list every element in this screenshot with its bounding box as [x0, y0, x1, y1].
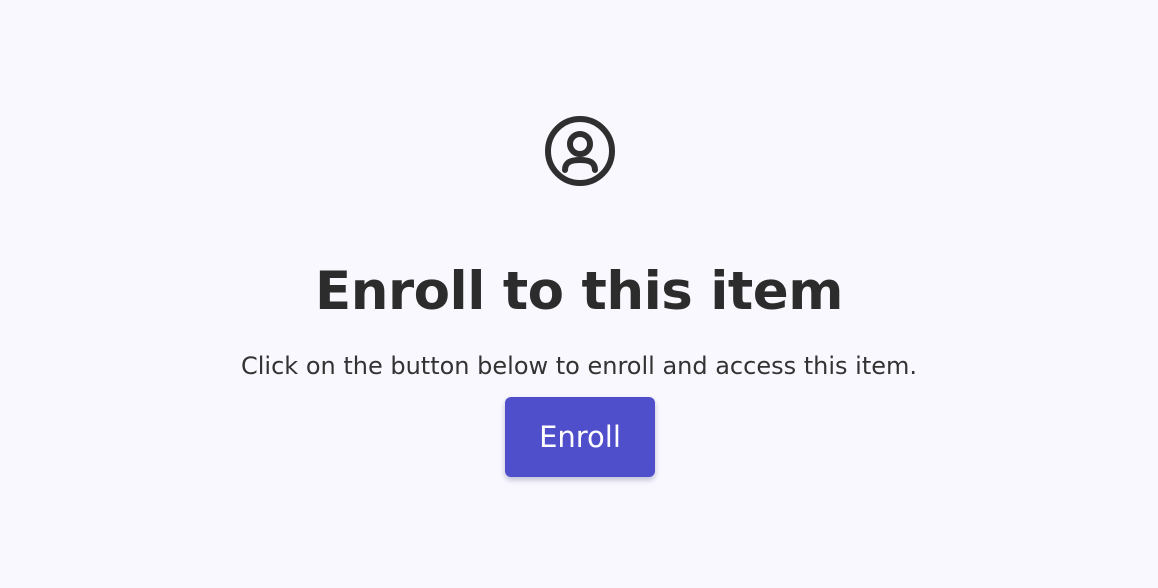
enroll-description: Click on the button below to enroll and …: [241, 352, 917, 380]
enroll-panel: Enroll to this item Click on the button …: [0, 0, 1158, 588]
enroll-button[interactable]: Enroll: [505, 397, 655, 477]
user-circle-icon: [543, 114, 617, 188]
page-title: Enroll to this item: [315, 260, 843, 322]
